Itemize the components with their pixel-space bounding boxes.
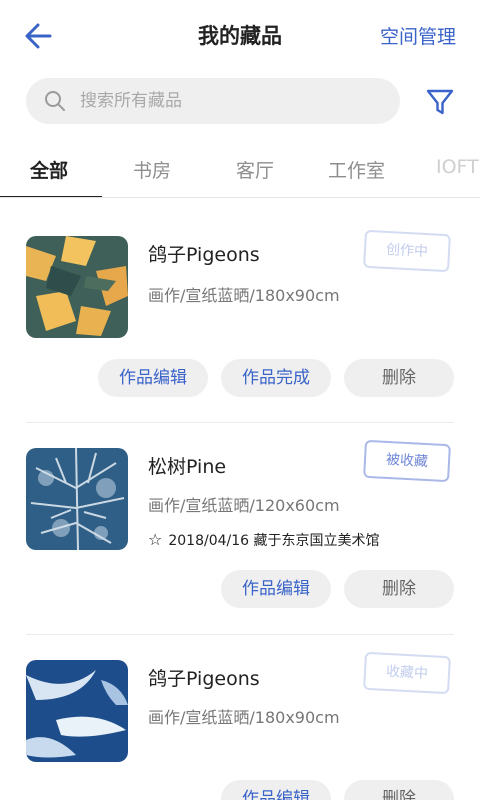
- star-outline-icon: ☆: [148, 530, 163, 549]
- complete-artwork-button[interactable]: 作品完成: [221, 359, 331, 397]
- edit-artwork-button[interactable]: 作品编辑: [221, 780, 331, 800]
- status-stamp: 创作中: [363, 229, 451, 273]
- artwork-meta: 画作/宣纸蓝晒/120x60cm: [148, 496, 340, 515]
- artwork-meta: 画作/宣纸蓝晒/180x90cm: [148, 286, 340, 305]
- collection-item: 鸽子Pigeons 画作/宣纸蓝晒/180x90cm 创作中 作品编辑 作品完成…: [0, 214, 480, 423]
- divider: [26, 634, 454, 635]
- search-row: [0, 78, 480, 126]
- delete-button[interactable]: 删除: [344, 780, 454, 800]
- status-stamp: 收藏中: [363, 651, 451, 695]
- artwork-name: 鸽子Pigeons: [148, 668, 260, 690]
- tab-living-room[interactable]: 客厅: [236, 156, 274, 183]
- active-tab-indicator: [0, 196, 102, 197]
- search-input[interactable]: [80, 78, 380, 124]
- edit-artwork-button[interactable]: 作品编辑: [98, 359, 208, 397]
- category-tabs: 全部 书房 客厅 工作室 IOFT: [0, 140, 480, 198]
- status-stamp: 被收藏: [363, 439, 451, 483]
- search-bar[interactable]: [26, 78, 400, 124]
- app-header: 我的藏品 空间管理: [0, 0, 480, 72]
- favorite-text: 2018/04/16 藏于东京国立美术馆: [168, 533, 380, 549]
- tab-ioft[interactable]: IOFT: [436, 156, 479, 178]
- delete-button[interactable]: 删除: [344, 359, 454, 397]
- artwork-meta: 画作/宣纸蓝晒/180x90cm: [148, 708, 340, 727]
- artwork-name: 鸽子Pigeons: [148, 244, 260, 266]
- space-management-link[interactable]: 空间管理: [380, 22, 456, 49]
- favorite-record: ☆ 2018/04/16 藏于东京国立美术馆: [148, 530, 380, 550]
- tab-studio[interactable]: 工作室: [328, 156, 385, 183]
- artwork-thumbnail[interactable]: [26, 236, 128, 338]
- filter-icon[interactable]: [424, 86, 456, 118]
- collection-item: 松树Pine 画作/宣纸蓝晒/120x60cm ☆ 2018/04/16 藏于东京…: [0, 424, 480, 635]
- edit-artwork-button[interactable]: 作品编辑: [221, 570, 331, 608]
- artwork-name: 松树Pine: [148, 456, 227, 478]
- artwork-thumbnail[interactable]: [26, 660, 128, 762]
- divider: [26, 422, 454, 423]
- delete-button[interactable]: 删除: [344, 570, 454, 608]
- tab-study[interactable]: 书房: [133, 156, 171, 183]
- back-arrow-icon[interactable]: [22, 18, 58, 54]
- search-icon: [44, 90, 66, 112]
- collection-item: 鸽子Pigeons 画作/宣纸蓝晒/180x90cm 收藏中 作品编辑 删除: [0, 636, 480, 800]
- artwork-thumbnail[interactable]: [26, 448, 128, 550]
- tab-all[interactable]: 全部: [30, 156, 68, 183]
